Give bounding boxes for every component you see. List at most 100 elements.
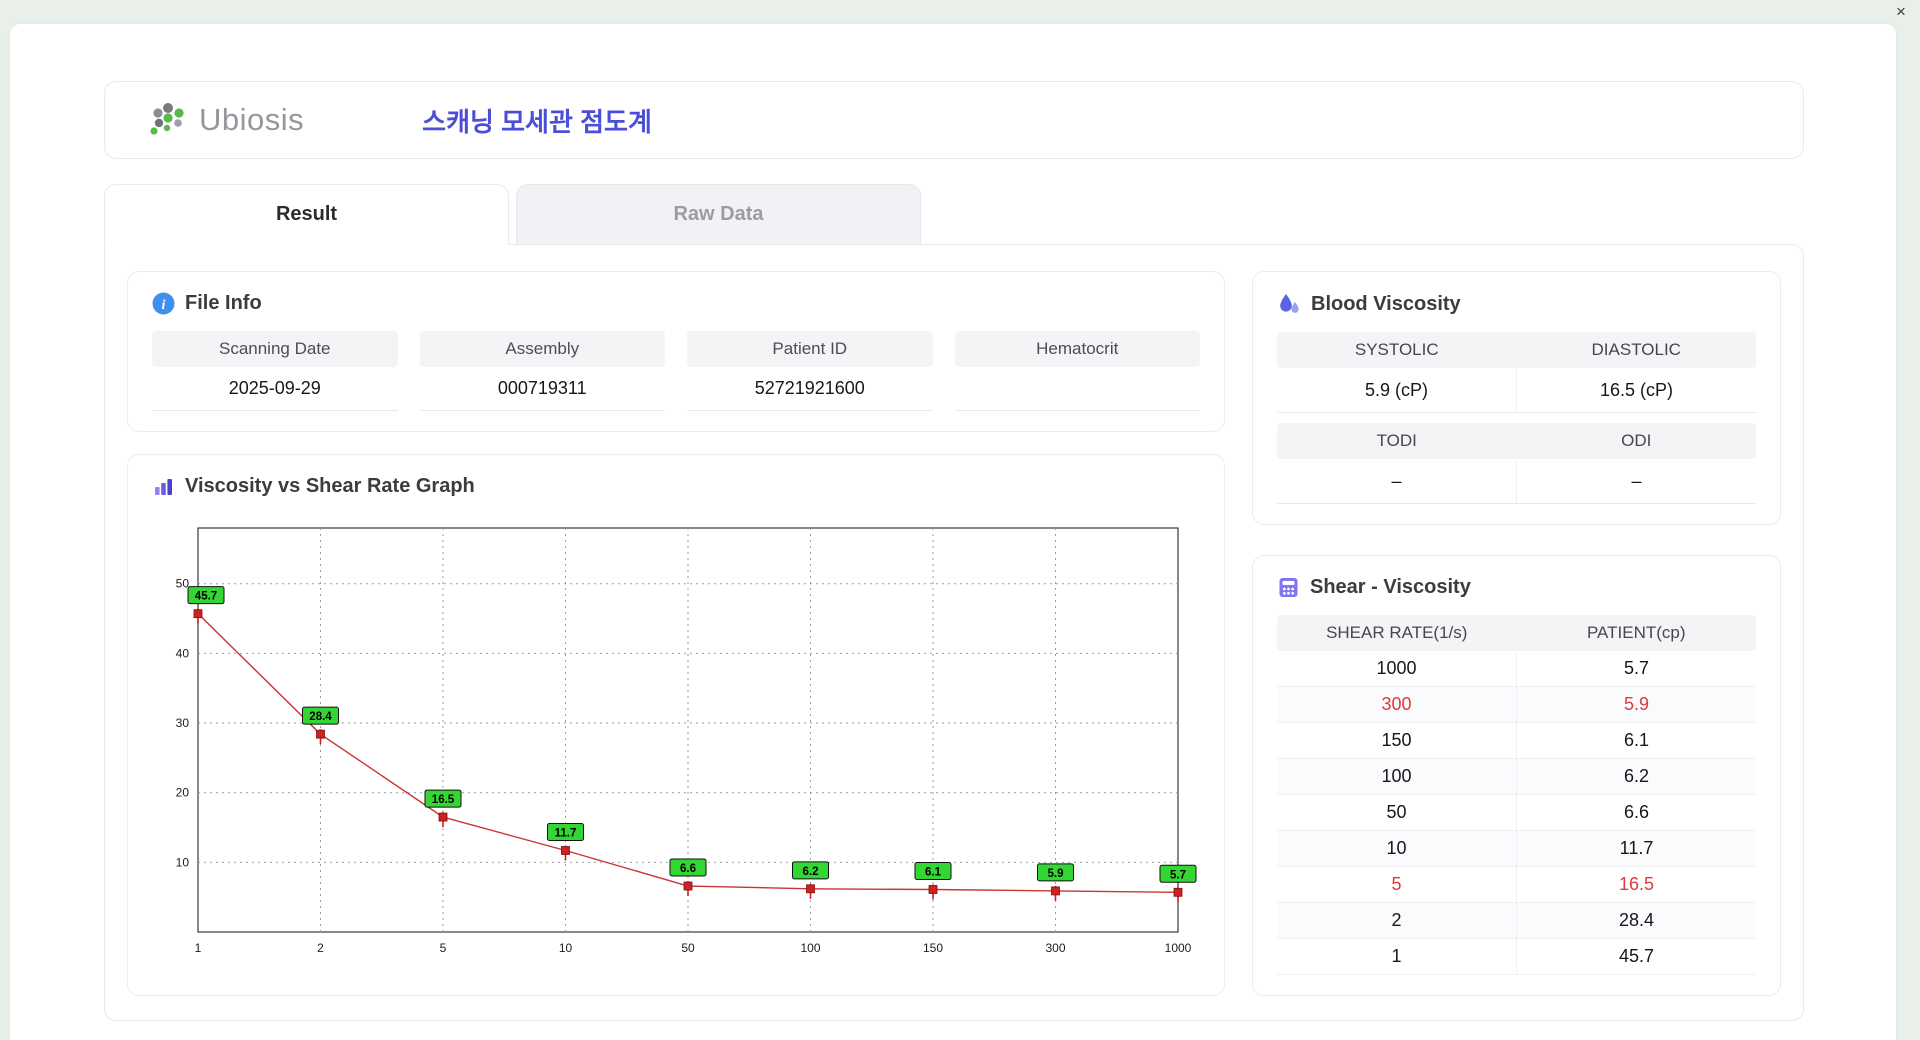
blood-viscosity-section: TODI ODI – –	[1277, 423, 1756, 504]
blood-viscosity-title-text: Blood Viscosity	[1311, 292, 1461, 315]
blood-viscosity-header-cell: DIASTOLIC	[1516, 332, 1756, 368]
svg-text:1000: 1000	[1165, 941, 1192, 955]
shear-rate-cell: 5	[1391, 874, 1402, 894]
blood-viscosity-value-row: – –	[1277, 459, 1756, 504]
file-info-card: i File Info Scanning Date 2025-09-29 Assem…	[127, 271, 1225, 432]
blood-viscosity-header-cell: SYSTOLIC	[1277, 332, 1517, 368]
tab-raw-data[interactable]: Raw Data	[516, 184, 921, 245]
shear-rate-cell: 1	[1391, 946, 1402, 966]
file-info-title-text: File Info	[185, 292, 262, 314]
svg-text:150: 150	[923, 941, 943, 955]
shear-rate-cell: 150	[1381, 730, 1412, 750]
tab-result[interactable]: Result	[104, 184, 509, 245]
blood-viscosity-value-row: 5.9 (cP) 16.5 (cP)	[1277, 368, 1756, 413]
header: Ubiosis 스캐닝 모세관 점도계	[104, 81, 1804, 159]
brand-name: Ubiosis	[199, 102, 305, 137]
info-icon: i	[152, 292, 175, 315]
patient-viscosity-cell: 28.4	[1516, 903, 1756, 938]
file-info-fields: Scanning Date 2025-09-29 Assembly 000719311…	[152, 331, 1200, 411]
app-window: Ubiosis 스캐닝 모세관 점도계 Result Raw Data i Fi…	[10, 24, 1896, 1040]
blood-viscosity-grid: SYSTOLIC DIASTOLIC 5.9 (cP) 16.5 (cP) TODI OD…	[1277, 332, 1756, 504]
shear-rate-cell: 10	[1386, 838, 1407, 858]
table-row: 5 16.5	[1277, 867, 1756, 903]
main-container: Ubiosis 스캐닝 모세관 점도계 Result Raw Data i Fi…	[10, 24, 1896, 1021]
shear-viscosity-title: Shear - Viscosity	[1277, 576, 1756, 599]
blood-viscosity-header-row: SYSTOLIC DIASTOLIC	[1277, 332, 1756, 368]
close-icon[interactable]: ×	[1890, 2, 1912, 22]
table-row: 1 45.7	[1277, 939, 1756, 975]
right-column: Blood Viscosity SYSTOLIC DIASTOLIC 5.9 (cP…	[1252, 271, 1781, 996]
table-row: 150 6.1	[1277, 723, 1756, 759]
blood-viscosity-value-cell: –	[1516, 459, 1756, 504]
blood-viscosity-section: SYSTOLIC DIASTOLIC 5.9 (cP) 16.5 (cP)	[1277, 332, 1756, 413]
svg-text:5.7: 5.7	[1170, 869, 1186, 881]
file-info-field: Assembly 000719311	[419, 331, 665, 411]
file-info-field-value	[954, 367, 1200, 411]
page: × Ubiosis 스캐닝 모세관 점도계 Result Raw Data i …	[0, 0, 1920, 1040]
shear-table-body: 1000 5.7 300 5.9 150 6.1 100 6.2 50 6.6 10 11.7 5 16.…	[1277, 651, 1756, 975]
shear-rate-cell: 50	[1386, 802, 1407, 822]
patient-viscosity-cell: 5.9	[1516, 687, 1756, 722]
graph-title-text: Viscosity vs Shear Rate Graph	[185, 475, 475, 497]
svg-text:45.7: 45.7	[195, 591, 217, 603]
shear-rate-cell: 300	[1381, 694, 1412, 714]
shear-viscosity-title-text: Shear - Viscosity	[1310, 576, 1471, 598]
patient-viscosity-cell: 6.6	[1516, 795, 1756, 830]
blood-viscosity-value-cell: 5.9 (cP)	[1277, 368, 1516, 413]
svg-text:20: 20	[176, 786, 190, 800]
blood-viscosity-header-cell: ODI	[1516, 423, 1756, 459]
file-info-field-label: Hematocrit	[954, 331, 1200, 367]
table-row: 300 5.9	[1277, 687, 1756, 723]
svg-text:50: 50	[681, 941, 695, 955]
file-info-field: Scanning Date 2025-09-29	[152, 331, 398, 411]
table-row: 10 11.7	[1277, 831, 1756, 867]
viscosity-chart: 10 20 30 40 50 1 2 5 10 50 100 150 300 1000 45.7 28.4 16…	[176, 527, 1197, 955]
file-info-field-value: 52721921600	[687, 367, 933, 411]
svg-text:16.5: 16.5	[432, 794, 455, 806]
svg-text:100: 100	[800, 941, 820, 955]
svg-text:6.1: 6.1	[925, 867, 942, 879]
file-info-title: i File Info	[152, 292, 1200, 315]
file-info-field-label: Assembly	[419, 331, 665, 367]
svg-text:2: 2	[317, 941, 324, 955]
table-row: 50 6.6	[1277, 795, 1756, 831]
graph-title: Viscosity vs Shear Rate Graph	[152, 475, 1200, 498]
logo-dots-icon	[150, 103, 184, 135]
svg-text:40: 40	[176, 646, 190, 660]
file-info-field-value: 000719311	[419, 367, 665, 411]
patient-viscosity-cell: 6.2	[1516, 759, 1756, 794]
bar-chart-icon	[155, 479, 172, 495]
svg-text:10: 10	[559, 941, 573, 955]
page-title: 스캐닝 모세관 점도계	[422, 106, 652, 137]
patient-viscosity-cell: 5.7	[1516, 651, 1756, 686]
table-row: 1000 5.7	[1277, 651, 1756, 687]
patient-viscosity-cell: 16.5	[1516, 867, 1756, 902]
svg-text:30: 30	[176, 716, 190, 730]
shear-rate-cell: 2	[1391, 910, 1402, 930]
svg-text:28.4: 28.4	[309, 711, 332, 723]
file-info-field-label: Scanning Date	[152, 331, 398, 367]
blood-viscosity-card: Blood Viscosity SYSTOLIC DIASTOLIC 5.9 (cP…	[1252, 271, 1781, 525]
table-row: 100 6.2	[1277, 759, 1756, 795]
file-info-field: Patient ID 52721921600	[687, 331, 933, 411]
left-column: i File Info Scanning Date 2025-09-29 Assem…	[127, 271, 1225, 996]
blood-viscosity-title: Blood Viscosity	[1277, 292, 1756, 316]
svg-text:11.7: 11.7	[555, 828, 577, 840]
file-info-field: Hematocrit	[954, 331, 1200, 411]
shear-viscosity-card: Shear - Viscosity SHEAR RATE(1/s) PATIEN…	[1252, 555, 1781, 996]
blood-viscosity-header-cell: TODI	[1277, 423, 1517, 459]
shear-rate-cell: 100	[1381, 766, 1412, 786]
graph-card: Viscosity vs Shear Rate Graph 10 20 30 40 50…	[127, 454, 1225, 996]
svg-text:5.9: 5.9	[1048, 868, 1064, 880]
svg-text:1: 1	[195, 941, 202, 955]
table-row: 2 28.4	[1277, 903, 1756, 939]
shear-table-header: SHEAR RATE(1/s) PATIENT(cp)	[1277, 615, 1756, 651]
result-panel: i File Info Scanning Date 2025-09-29 Assem…	[104, 244, 1804, 1021]
file-info-field-value: 2025-09-29	[152, 367, 398, 411]
file-info-field-label: Patient ID	[687, 331, 933, 367]
svg-text:10: 10	[176, 855, 190, 869]
tab-bar: Result Raw Data	[104, 184, 1804, 245]
patient-viscosity-cell: 11.7	[1516, 831, 1756, 866]
blood-viscosity-value-cell: –	[1277, 459, 1516, 504]
svg-text:300: 300	[1045, 941, 1065, 955]
